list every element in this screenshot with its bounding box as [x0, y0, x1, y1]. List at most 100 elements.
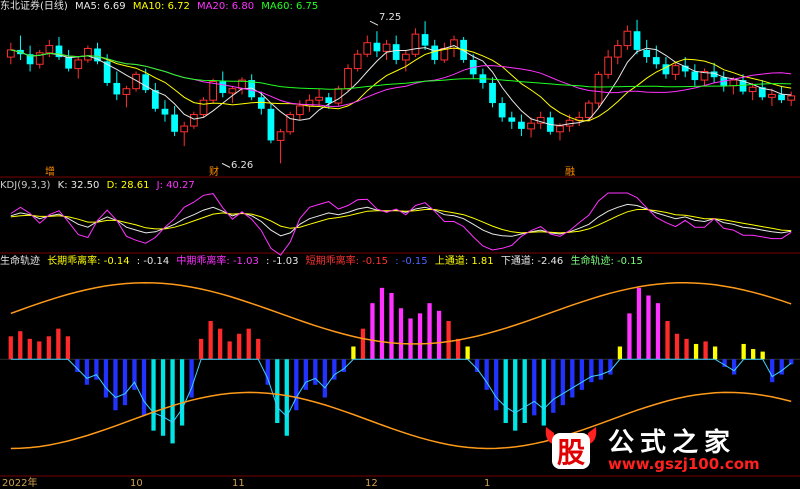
- x-tick-11: 11: [232, 478, 245, 489]
- candle-body: [315, 96, 323, 101]
- candle-body: [65, 57, 72, 69]
- deviation-bar: [370, 303, 375, 360]
- candle-body: [325, 97, 333, 104]
- deviation-bar: [436, 310, 442, 360]
- candle-body: [161, 108, 169, 115]
- deviation-bar: [446, 321, 451, 360]
- deviation-bar: [294, 359, 299, 411]
- deviation-bar: [731, 359, 737, 375]
- x-tick-1: 1: [484, 478, 491, 489]
- candle-body: [729, 79, 738, 87]
- deviation-bar: [246, 328, 251, 360]
- candle-body: [122, 88, 131, 95]
- kdj-line-d: [10, 209, 792, 234]
- candle-body: [334, 88, 343, 104]
- candle-body: [584, 102, 593, 118]
- candle-body: [633, 31, 641, 50]
- deviation-bar: [322, 359, 327, 398]
- x-tick-12: 12: [365, 478, 378, 489]
- high-marker: [369, 20, 379, 26]
- deviation-bar: [560, 359, 565, 406]
- candle-body: [518, 121, 525, 129]
- deviation-bar: [589, 359, 594, 383]
- deviation-bar: [674, 333, 680, 360]
- candle-body: [671, 65, 680, 75]
- kdj-legend: KDJ(9,3,3) K: 32.50 D: 28.61 J: 40.27: [0, 179, 800, 193]
- deviation-bar: [113, 359, 118, 411]
- x-tick-2022: 2022年: [2, 478, 38, 489]
- deviation-bar: [141, 359, 147, 416]
- event-flag-2[interactable]: 财: [209, 163, 219, 178]
- deviation-bar: [237, 333, 242, 360]
- long-dev-label: 长期乖离率: -0.14: [47, 256, 130, 267]
- candle-body: [189, 114, 198, 127]
- lower-legend: 生命轨迹 长期乖离率: -0.14 : -0.14 中期乖离率: -1.03 :…: [0, 255, 800, 269]
- deviation-bar: [494, 359, 499, 411]
- life-track-label: 生命轨迹: -0.15: [570, 256, 643, 267]
- deviation-bar: [579, 359, 584, 390]
- candle-body: [84, 47, 92, 61]
- deviation-bar: [256, 338, 261, 360]
- deviation-bar: [398, 308, 404, 360]
- deviation-bar: [475, 359, 480, 372]
- short-dev-label: 短期乖离率: -0.15: [305, 256, 389, 267]
- candle-body: [199, 99, 208, 116]
- candle-body: [171, 114, 178, 132]
- deviation-bar: [655, 303, 661, 360]
- deviation-bar: [598, 359, 604, 380]
- candle-body: [411, 33, 420, 55]
- short-dev-value: : -0.15: [395, 256, 428, 267]
- deviation-bar: [56, 328, 61, 360]
- deviation-bar: [770, 359, 775, 383]
- deviation-bar: [779, 359, 784, 375]
- lower-channel-label: 下通道: -2.46: [500, 256, 564, 267]
- deviation-bar: [417, 313, 423, 360]
- candle-body: [748, 86, 757, 93]
- window-title: 东北证券(日线): [0, 1, 68, 12]
- watermark: 股 公式之家 www.gszj100.com: [542, 419, 792, 475]
- kdj-line-j: [10, 192, 792, 256]
- kdj-line-k: [10, 203, 792, 237]
- deviation-bar: [275, 359, 280, 423]
- deviation-bar: [37, 341, 42, 360]
- deviation-bar: [65, 336, 71, 360]
- candle-body: [45, 45, 54, 54]
- candle-body: [209, 81, 218, 101]
- deviation-bar: [198, 338, 204, 360]
- stock-chart-canvas: [0, 19, 800, 477]
- low-marker: [221, 162, 231, 168]
- candle-body: [392, 44, 400, 60]
- kdj-j-label: J: 40.27: [156, 180, 195, 191]
- candle-body: [228, 88, 237, 94]
- deviation-bar: [712, 346, 718, 360]
- deviation-bar: [179, 359, 185, 426]
- deviation-bar: [570, 359, 575, 398]
- deviation-bar: [284, 359, 289, 436]
- candle-body: [643, 49, 651, 58]
- event-flag-1[interactable]: 增: [45, 163, 55, 178]
- candle-body: [6, 49, 15, 58]
- deviation-bar: [122, 359, 128, 406]
- candle-body: [623, 30, 632, 47]
- deviation-bar: [218, 328, 223, 360]
- candle-body: [431, 45, 439, 60]
- lower-title: 生命轨迹: [0, 256, 40, 267]
- ma5-label: MA5: 6.69: [75, 1, 126, 12]
- deviation-bar: [455, 338, 461, 360]
- event-flag-3[interactable]: 融: [565, 163, 575, 178]
- candle-body: [498, 103, 506, 118]
- candle-body: [556, 125, 564, 133]
- candle-body: [353, 53, 362, 70]
- candle-body: [421, 34, 429, 46]
- life-track-line: [10, 358, 792, 424]
- deviation-bar: [513, 359, 518, 431]
- deviation-bar: [151, 359, 156, 431]
- candle-body: [363, 42, 372, 55]
- deviation-bar: [313, 359, 318, 385]
- deviation-bar: [684, 338, 689, 360]
- candle-body: [113, 82, 121, 95]
- ma20-label: MA20: 6.80: [197, 1, 255, 12]
- deviation-bar: [703, 341, 708, 360]
- deviation-bar: [8, 336, 13, 360]
- candle-body: [527, 122, 535, 130]
